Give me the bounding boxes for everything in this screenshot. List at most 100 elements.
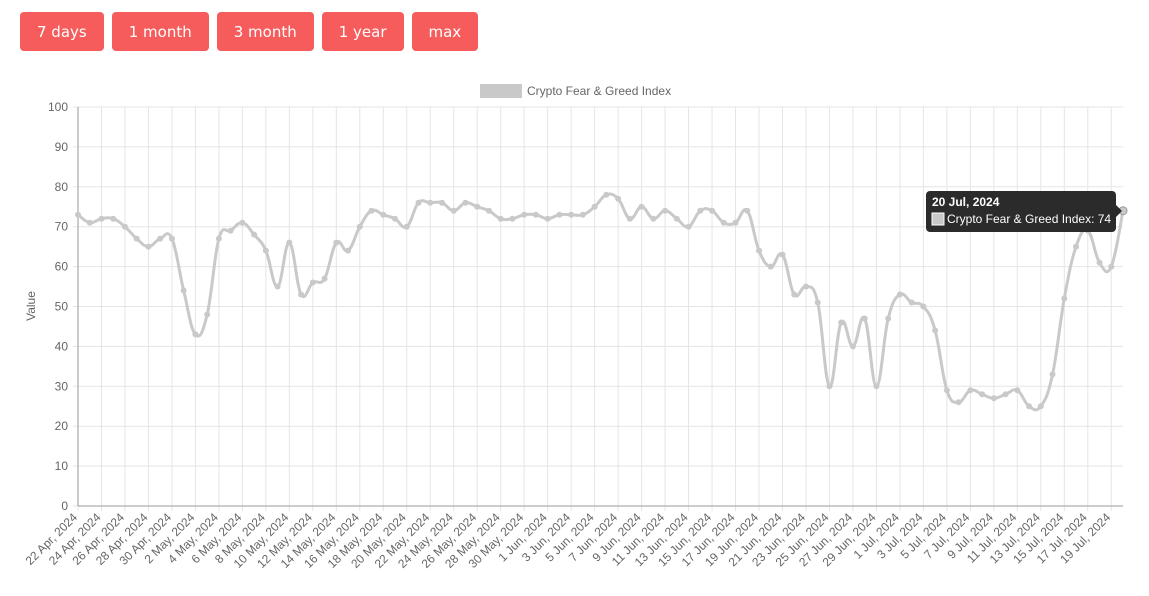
data-point (1014, 387, 1021, 394)
data-point (321, 275, 328, 282)
data-point (626, 215, 633, 222)
x-axis-ticks: 22 Apr, 202424 Apr, 202426 Apr, 202428 A… (23, 510, 1114, 571)
data-point (1002, 391, 1009, 398)
data-point (979, 391, 986, 398)
data-point (333, 239, 340, 246)
y-tick-label: 0 (61, 499, 68, 513)
data-point (1026, 403, 1033, 410)
y-axis-title: Value (24, 291, 38, 321)
data-point (673, 215, 680, 222)
data-point (920, 303, 927, 310)
data-point (427, 199, 434, 206)
data-point (75, 211, 81, 218)
data-point (110, 215, 117, 222)
data-point (157, 235, 164, 242)
data-point (767, 263, 774, 270)
data-point (814, 299, 821, 306)
data-point (309, 279, 316, 286)
grid-lines (73, 106, 1123, 511)
data-point (415, 199, 422, 206)
data-point (685, 223, 692, 230)
data-point (1049, 371, 1056, 378)
data-point (1037, 403, 1044, 410)
y-tick-label: 100 (48, 100, 68, 114)
data-point (1073, 243, 1080, 250)
data-point (521, 211, 528, 218)
data-point (485, 207, 492, 214)
data-point (591, 203, 598, 210)
data-point (544, 215, 551, 222)
y-tick-label: 50 (55, 300, 69, 314)
data-point (1061, 295, 1068, 302)
data-point (474, 203, 481, 210)
data-point (180, 287, 187, 294)
data-point (838, 319, 845, 326)
data-point (756, 247, 763, 254)
data-point (462, 199, 469, 206)
data-point (955, 399, 962, 406)
data-point (697, 207, 704, 214)
data-point (251, 231, 258, 238)
tooltip-swatch (931, 212, 945, 226)
data-point (896, 291, 903, 298)
data-point (720, 219, 727, 226)
data-point (121, 223, 128, 230)
data-point (826, 383, 833, 390)
data-point (380, 211, 387, 218)
data-point (274, 283, 281, 290)
y-axis-ticks: 0 10 20 30 40 50 60 70 80 90 100 (48, 100, 68, 513)
data-point (650, 215, 657, 222)
data-point (98, 215, 105, 222)
tooltip-title: 20 Jul, 2024 (932, 195, 1000, 209)
tooltip: 20 Jul, 2024 Crypto Fear & Greed Index: … (926, 191, 1122, 232)
data-point (262, 247, 269, 254)
data-point (873, 383, 880, 390)
y-tick-label: 90 (55, 140, 69, 154)
data-point (204, 311, 211, 318)
data-point (791, 291, 798, 298)
data-point (579, 211, 586, 218)
data-point (168, 235, 175, 242)
data-point (967, 387, 974, 394)
data-point (638, 203, 645, 210)
data-point (239, 219, 246, 226)
y-tick-label: 30 (55, 379, 69, 393)
data-point (662, 207, 669, 214)
data-point (603, 191, 610, 198)
data-point (286, 239, 293, 246)
data-point (298, 291, 305, 298)
data-point (1108, 263, 1115, 270)
data-point (192, 331, 199, 338)
legend-swatch (480, 84, 522, 98)
legend-label: Crypto Fear & Greed Index (527, 84, 671, 98)
chart-legend[interactable]: Crypto Fear & Greed Index (480, 84, 671, 98)
y-tick-label: 10 (55, 459, 69, 473)
data-point (908, 299, 915, 306)
data-point (932, 327, 939, 334)
data-point (732, 219, 739, 226)
data-point (779, 251, 786, 258)
data-point (849, 343, 856, 350)
data-point (450, 207, 457, 214)
data-point (1096, 259, 1103, 266)
data-point (568, 211, 575, 218)
data-point (145, 243, 152, 250)
data-point (861, 315, 868, 322)
y-tick-label: 70 (55, 220, 69, 234)
data-point (943, 387, 950, 394)
fear-greed-line-chart: Crypto Fear & Greed Index Value 0 10 20 30 4… (23, 84, 1128, 571)
data-point (438, 199, 445, 206)
data-point (615, 195, 622, 202)
data-point (990, 395, 997, 402)
data-point (802, 283, 809, 290)
data-point (356, 223, 363, 230)
data-point (215, 235, 222, 242)
data-point (227, 227, 234, 234)
data-point (885, 315, 892, 322)
data-point (345, 247, 352, 254)
y-tick-label: 80 (55, 180, 69, 194)
data-point (709, 207, 716, 214)
data-point (497, 215, 504, 222)
y-tick-label: 20 (55, 419, 69, 433)
y-tick-label: 40 (55, 339, 69, 353)
